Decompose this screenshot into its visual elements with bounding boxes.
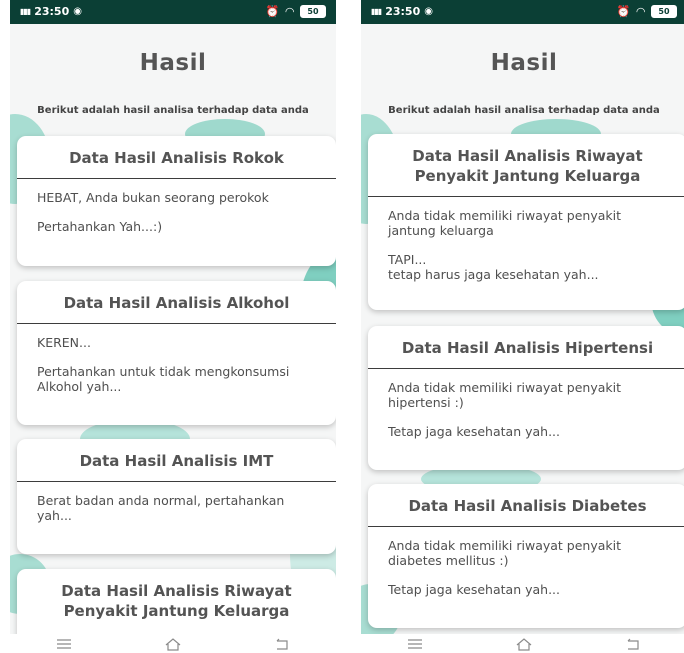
card-text: KEREN... <box>37 335 91 350</box>
notification-icon: ◉ <box>424 6 433 17</box>
card-text: HEBAT, Anda bukan seorang perokok <box>37 190 269 205</box>
right-screen: ▮▮▮ 23:50 ◉ ⏰ ◠ 50 Hasil Berikut adalah … <box>361 0 684 653</box>
card-text: Pertahankan untuk tidak mengkonsumsi Alk… <box>37 364 290 394</box>
wifi-icon: ◠ <box>285 5 294 18</box>
navigation-bar <box>361 634 684 653</box>
card-title: Data Hasil Analisis Rokok <box>69 149 284 167</box>
alarm-icon: ⏰ <box>616 5 631 18</box>
card-text: Anda tidak memiliki riwayat penyakit jan… <box>388 208 622 238</box>
page-title: Hasil <box>139 50 207 76</box>
card-title: Data Hasil Analisis Riwayat Penyakit Jan… <box>61 582 292 620</box>
card-text: Tetap jaga kesehatan yah... <box>388 424 560 439</box>
card-text: Tetap jaga kesehatan yah... <box>388 582 560 597</box>
status-bar: ▮▮▮ 23:50 ◉ ⏰ ◠ 50 <box>10 0 336 24</box>
result-card-jantung: Data Hasil Analisis Riwayat Penyakit Jan… <box>368 134 684 310</box>
alarm-icon: ⏰ <box>265 5 280 18</box>
card-title: Data Hasil Analisis Hipertensi <box>401 339 654 357</box>
card-text: Berat badan anda normal, pertahankan yah… <box>37 493 285 523</box>
result-card-hipertensi: Data Hasil Analisis Hipertensi Anda tida… <box>368 326 684 470</box>
result-card-imt: Data Hasil Analisis IMT Berat badan anda… <box>17 439 336 554</box>
status-bar: ▮▮▮ 23:50 ◉ ⏰ ◠ 50 <box>361 0 684 24</box>
back-icon[interactable] <box>273 637 291 651</box>
home-icon[interactable] <box>515 637 533 651</box>
status-time: 23:50 <box>385 5 421 18</box>
result-card-rokok: Data Hasil Analisis Rokok HEBAT, Anda bu… <box>17 136 336 266</box>
card-text: Pertahankan Yah...:) <box>37 219 163 234</box>
card-text: Anda tidak memiliki riwayat penyakit hip… <box>388 380 622 410</box>
back-icon[interactable] <box>624 637 642 651</box>
card-title: Data Hasil Analisis IMT <box>79 452 274 470</box>
page-subtitle: Berikut adalah hasil analisa terhadap da… <box>37 105 309 116</box>
card-title: Data Hasil Analisis Diabetes <box>408 497 647 515</box>
notification-icon: ◉ <box>73 6 82 17</box>
left-screen: ▮▮▮ 23:50 ◉ ⏰ ◠ 50 Hasil Berikut adalah … <box>10 0 336 653</box>
card-text: TAPI... tetap harus jaga kesehatan yah..… <box>388 252 599 282</box>
menu-icon[interactable] <box>55 637 73 651</box>
result-card-alkohol: Data Hasil Analisis Alkohol KEREN... Per… <box>17 281 336 425</box>
results-page[interactable]: Hasil Berikut adalah hasil analisa terha… <box>361 24 684 634</box>
signal-icon: ▮▮▮ <box>20 7 31 16</box>
result-card-diabetes: Data Hasil Analisis Diabetes Anda tidak … <box>368 484 684 628</box>
wifi-icon: ◠ <box>636 5 645 18</box>
card-title: Data Hasil Analisis Alkohol <box>63 294 290 312</box>
page-subtitle: Berikut adalah hasil analisa terhadap da… <box>388 105 660 116</box>
status-time: 23:50 <box>34 5 70 18</box>
battery-icon: 50 <box>651 5 677 18</box>
results-page[interactable]: Hasil Berikut adalah hasil analisa terha… <box>10 24 336 634</box>
page-title: Hasil <box>490 50 558 76</box>
home-icon[interactable] <box>164 637 182 651</box>
battery-icon: 50 <box>300 5 326 18</box>
navigation-bar <box>10 634 336 653</box>
signal-icon: ▮▮▮ <box>371 7 382 16</box>
menu-icon[interactable] <box>406 637 424 651</box>
card-text: Anda tidak memiliki riwayat penyakit dia… <box>388 538 622 568</box>
card-title: Data Hasil Analisis Riwayat Penyakit Jan… <box>412 147 643 185</box>
result-card-jantung: Data Hasil Analisis Riwayat Penyakit Jan… <box>17 569 336 634</box>
